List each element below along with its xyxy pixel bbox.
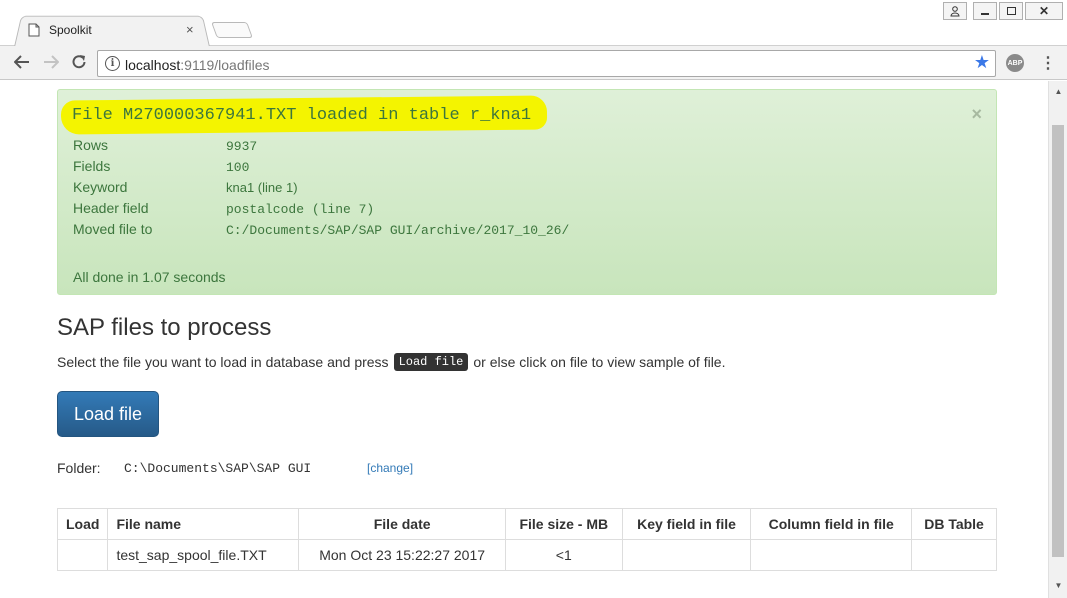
scroll-down-icon[interactable]: ▼: [1049, 577, 1067, 594]
cell-column-field[interactable]: [750, 539, 913, 571]
alert-value-fields: 100: [226, 160, 250, 175]
arrow-right-icon: [44, 55, 59, 69]
browser-titlebar: Spoolkit × ✕: [0, 0, 1067, 47]
browser-tab-content[interactable]: Spoolkit: [28, 20, 92, 40]
url-text[interactable]: localhost:9119/loadfiles: [125, 57, 270, 73]
reload-button[interactable]: [68, 51, 90, 73]
restore-icon: [1006, 7, 1016, 15]
intro-after: or else click on file to view sample of …: [473, 354, 726, 370]
close-window-button[interactable]: ✕: [1025, 2, 1063, 20]
user-icon: [950, 5, 960, 16]
alert-value-keyword: kna1 (line 1): [226, 180, 298, 195]
col-load: Load: [56, 508, 109, 540]
back-button[interactable]: [11, 51, 33, 73]
menu-kebab-icon[interactable]: ⋮: [1040, 53, 1056, 73]
forward-button[interactable]: [40, 51, 62, 73]
success-alert: File M270000367941.TXT loaded in table r…: [57, 89, 997, 295]
adblock-extension-icon[interactable]: ABP: [1006, 54, 1024, 72]
alert-value-rows: 9937: [226, 139, 258, 154]
alert-label-fields: Fields: [73, 158, 111, 174]
table-header-row: Load File name File date File size - MB …: [56, 508, 997, 540]
new-tab-button[interactable]: [211, 22, 253, 38]
bookmark-star-icon[interactable]: ★: [974, 52, 990, 73]
page-heading: SAP files to process: [57, 314, 272, 341]
cell-db-table[interactable]: [911, 539, 997, 571]
address-bar[interactable]: i localhost:9119/loadfiles ★: [97, 50, 996, 77]
col-db-table: DB Table: [911, 508, 997, 540]
reload-icon: [72, 55, 86, 69]
user-profile-button[interactable]: [943, 2, 967, 20]
cell-file-size: <1: [504, 539, 623, 571]
folder-change-link[interactable]: [change]: [367, 461, 413, 475]
browser-toolbar: i localhost:9119/loadfiles ★ ABP ⋮: [0, 46, 1067, 80]
col-file-date: File date: [298, 508, 506, 540]
restore-button[interactable]: [999, 2, 1023, 20]
col-key-field: Key field in file: [621, 508, 752, 540]
minimize-button[interactable]: [973, 2, 997, 20]
cell-file-date: Mon Oct 23 15:22:27 2017: [298, 539, 506, 571]
table-row[interactable]: test_sap_spool_file.TXT Mon Oct 23 15:22…: [56, 539, 997, 571]
alert-label-rows: Rows: [73, 137, 109, 153]
minimize-icon: [981, 13, 989, 15]
folder-label: Folder:: [57, 460, 101, 476]
col-file-size: File size - MB: [504, 508, 623, 540]
alert-label-moved-file: Moved file to: [73, 221, 153, 237]
cell-load[interactable]: [56, 539, 109, 571]
folder-path: C:\Documents\SAP\SAP GUI: [124, 461, 312, 476]
intro-before: Select the file you want to load in data…: [57, 354, 389, 370]
cell-file-name-link[interactable]: test_sap_spool_file.TXT: [107, 539, 300, 571]
alert-title: File M270000367941.TXT loaded in table r…: [72, 106, 532, 125]
col-column-field: Column field in file: [750, 508, 913, 540]
tab-title: Spoolkit: [49, 23, 92, 37]
load-file-button[interactable]: Load file: [57, 391, 159, 437]
cell-key-field[interactable]: [621, 539, 752, 571]
alert-label-header-field: Header field: [73, 200, 149, 216]
scroll-thumb[interactable]: [1052, 125, 1064, 557]
site-info-icon[interactable]: i: [105, 56, 120, 71]
page-viewport: File M270000367941.TXT loaded in table r…: [0, 81, 1048, 598]
tab-close-icon[interactable]: ×: [186, 22, 194, 37]
col-file-name: File name: [107, 508, 300, 540]
page-favicon-icon: [28, 23, 40, 37]
arrow-left-icon: [14, 55, 29, 69]
alert-done-text: All done in 1.07 seconds: [73, 269, 226, 285]
alert-close-icon[interactable]: ×: [971, 104, 982, 125]
intro-text: Select the file you want to load in data…: [57, 353, 725, 371]
page-scrollbar[interactable]: ▲ ▼: [1048, 81, 1067, 598]
alert-label-keyword: Keyword: [73, 179, 128, 195]
close-icon: ✕: [1038, 4, 1050, 18]
alert-value-moved-file: C:/Documents/SAP/SAP GUI/archive/2017_10…: [226, 223, 570, 238]
scroll-up-icon[interactable]: ▲: [1049, 83, 1067, 100]
intro-kbd: Load file: [393, 353, 469, 371]
alert-value-header-field: postalcode (line 7): [226, 202, 375, 217]
files-table: Load File name File date File size - MB …: [56, 508, 997, 571]
